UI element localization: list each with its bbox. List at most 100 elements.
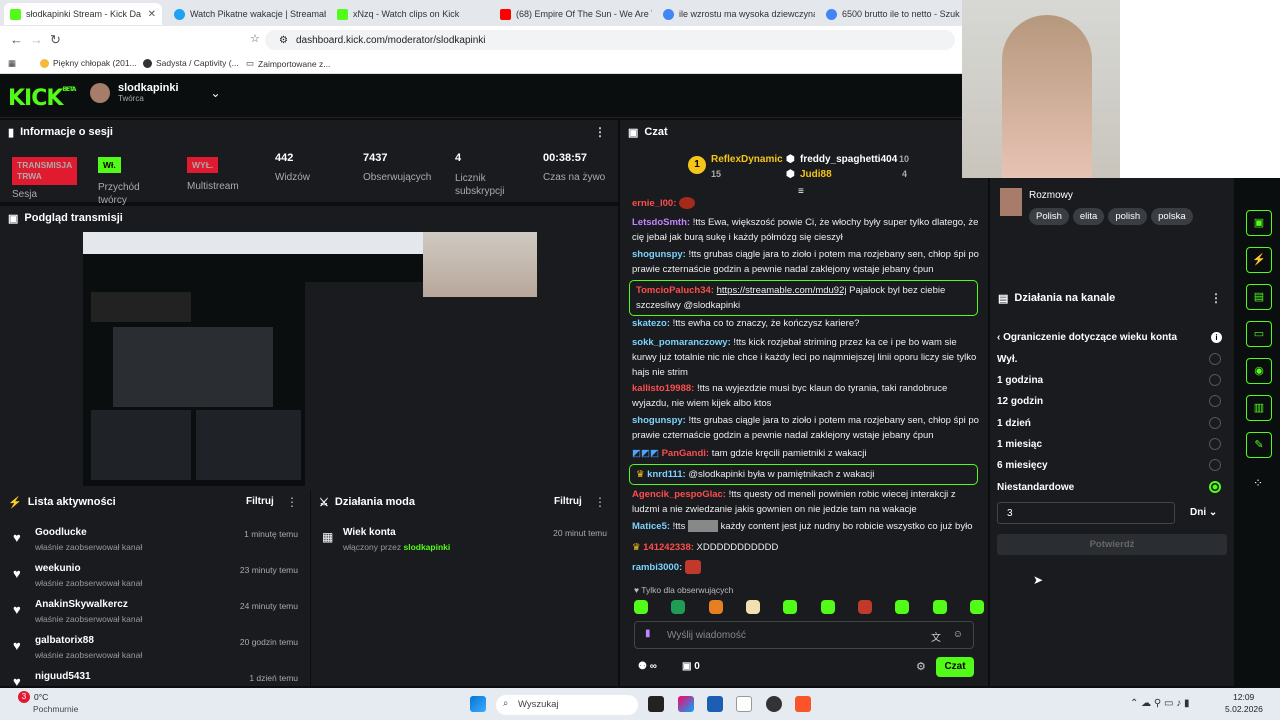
translate-icon[interactable]: 文 (931, 629, 941, 644)
obs-icon[interactable] (766, 696, 782, 712)
unit-select[interactable]: Dni ⌄ (1190, 507, 1217, 518)
radio-button[interactable] (1209, 374, 1221, 386)
more-icon[interactable]: ⋮ (594, 495, 606, 509)
emote-icon[interactable] (932, 600, 947, 614)
tab-streamable[interactable]: Watch Pikatne wakacje | Streamable (168, 3, 326, 25)
option-1-day[interactable]: 1 dzień (997, 417, 1227, 429)
back-icon[interactable]: ← (10, 32, 23, 47)
option-custom[interactable]: Niestandardowe (997, 481, 1227, 493)
channel-switcher[interactable]: slodkapinki Twórca ⌄ (90, 82, 221, 103)
option-12-hours[interactable]: 12 godzin (997, 395, 1227, 407)
viewers-count: 442 (275, 152, 294, 164)
confirm-button[interactable]: Potwierdź (997, 534, 1227, 555)
chat-message: ◩◩◩ PanGandi: tam gdzie kręcili pamietni… (632, 448, 867, 459)
bookmark-item[interactable]: Piękny chłopak (201... (40, 58, 137, 68)
site-info-icon[interactable]: ⚙ (279, 35, 288, 46)
emote-icon[interactable] (969, 600, 984, 614)
tray-icons[interactable]: ⌃ ☁ ⚲ ▭ ♪ ▮ (1130, 698, 1190, 709)
emote-icon[interactable] (857, 600, 872, 614)
streamable-favicon-icon (174, 8, 185, 20)
session-info-panel: ▮ Informacje o sesji ⋮ TRANSMISJA TRWA Sesj… (0, 120, 618, 206)
apps-icon[interactable]: ▦ (8, 58, 16, 69)
bookmark-favicon-icon (40, 58, 49, 68)
radio-button[interactable] (1209, 438, 1221, 450)
chevron-down-icon[interactable]: ⌄ (211, 86, 221, 100)
sidebar-chat-icon[interactable]: ▭ (1246, 321, 1272, 347)
copilot-icon[interactable] (678, 696, 694, 712)
radio-button[interactable] (1209, 353, 1221, 365)
settings-icon[interactable]: ⚙ (916, 660, 926, 673)
close-tab-icon[interactable]: ✕ (148, 9, 156, 20)
filter-button[interactable]: Filtruj (246, 496, 274, 507)
bookmark-folder[interactable]: ▭ Zaimportowane z... (246, 58, 330, 69)
tab-google-1[interactable]: ile wzrostu ma wysoka dziewczyna - (657, 3, 815, 25)
radio-button[interactable] (1209, 417, 1221, 429)
sidebar-wrench-icon[interactable]: ✎ (1246, 432, 1272, 458)
sidebar-broadcast-icon[interactable]: ◉ (1246, 358, 1272, 384)
list-item: ♥ niguud5431 1 dzień temu (13, 671, 298, 689)
emote-icon[interactable] (634, 600, 648, 614)
bookmark-item[interactable]: Sadysta / Captivity (... (143, 58, 239, 68)
forward-icon[interactable]: → (30, 32, 43, 47)
tag: elita (1072, 208, 1105, 225)
info-icon[interactable]: i (1211, 332, 1222, 343)
sidebar-document-icon[interactable]: ▤ (1246, 284, 1272, 310)
file-icon[interactable] (736, 696, 752, 712)
tab-youtube[interactable]: (68) Empire Of The Sun - We Are Th (494, 3, 652, 25)
reload-icon[interactable]: ↻ (50, 32, 61, 48)
category-thumbnail (1000, 188, 1022, 216)
sidebar-camera-icon[interactable]: ▣ (1246, 210, 1272, 236)
taskbar-search[interactable]: ⌕ Wyszukaj (496, 695, 638, 715)
radio-button-selected[interactable] (1209, 481, 1221, 493)
windows-start-icon[interactable] (470, 696, 486, 712)
option-6-months[interactable]: 6 miesięcy (997, 459, 1227, 471)
weather-temp[interactable]: 0°C (34, 692, 48, 702)
mod-user-link[interactable]: slodkapinki (403, 542, 450, 552)
emoji-icon[interactable]: ☺ (953, 629, 963, 640)
bookmark-icon[interactable]: ☆ (250, 32, 260, 45)
clock-time[interactable]: 12:09 (1233, 692, 1254, 702)
radio-button[interactable] (1209, 395, 1221, 407)
clock-date[interactable]: 5.02.2026 (1225, 704, 1263, 714)
back-arrow-icon[interactable]: ‹ (997, 332, 1000, 343)
emote-icon[interactable] (820, 600, 835, 614)
emote-icon[interactable] (671, 600, 686, 614)
sidebar-more-icon[interactable]: ⁘ (1253, 476, 1263, 490)
chat-link[interactable]: https://streamable.com/mdu92j (717, 285, 847, 296)
emote-icon[interactable] (745, 600, 760, 614)
chat-input[interactable]: ▮ Wyślij wiadomość 文 ☺ (634, 621, 974, 649)
sidebar-lightning-icon[interactable]: ⚡ (1246, 247, 1272, 273)
more-icon[interactable]: ⋮ (594, 125, 606, 139)
sidebar-moderation-icon[interactable]: ▥ (1246, 395, 1272, 421)
webcam-overlay (962, 0, 1120, 178)
more-icon[interactable]: ⋮ (286, 495, 298, 509)
list-item: ♥ AnakinSkywalkercz właśnie zaobserwował k… (13, 599, 298, 624)
filter-button[interactable]: Filtruj (554, 496, 582, 507)
tab-google-2[interactable]: 6500 brutto ile to netto - Szukaj w (820, 3, 960, 25)
send-chat-button[interactable]: Czat (936, 657, 974, 677)
hexagon-icon: ⬢ (786, 154, 795, 165)
gift-counter[interactable]: ▣ 0 (682, 661, 700, 672)
more-icon[interactable]: ⋮ (1210, 291, 1222, 305)
windows-taskbar: 3 0°C Pochmurnie ⌕ Wyszukaj ⌃ ☁ ⚲ ▭ ♪ ▮ 1… (0, 688, 1280, 720)
emote-icon[interactable] (895, 600, 910, 614)
stream-preview-video[interactable] (83, 232, 537, 486)
slow-mode-indicator[interactable]: ⚉ ∞ (638, 661, 657, 672)
microphone-icon[interactable]: ▮ (645, 628, 651, 639)
emote-icon[interactable] (708, 600, 723, 614)
tab-kick-dashboard[interactable]: słodkapinki Stream - Kick Da ✕ (4, 3, 162, 25)
store-icon[interactable] (707, 696, 723, 712)
tab-kick-clips[interactable]: xNzq - Watch clips on Kick (331, 3, 489, 25)
option-1-month[interactable]: 1 miesiąc (997, 438, 1227, 450)
live-badge: TRANSMISJA TRWA (12, 157, 77, 185)
brave-browser-icon[interactable] (795, 696, 811, 712)
kick-logo[interactable]: KICKBETA (8, 86, 76, 111)
option-off[interactable]: Wył. (997, 353, 1227, 365)
custom-duration-input[interactable]: 3 (997, 502, 1175, 524)
option-1-hour[interactable]: 1 godzina (997, 374, 1227, 386)
task-view-icon[interactable] (648, 696, 664, 712)
emote-icon[interactable] (783, 600, 798, 614)
url-field[interactable]: ⚙ dashboard.kick.com/moderator/slodkapink… (265, 30, 955, 50)
radio-button[interactable] (1209, 459, 1221, 471)
weather-desc[interactable]: Pochmurnie (33, 704, 78, 714)
